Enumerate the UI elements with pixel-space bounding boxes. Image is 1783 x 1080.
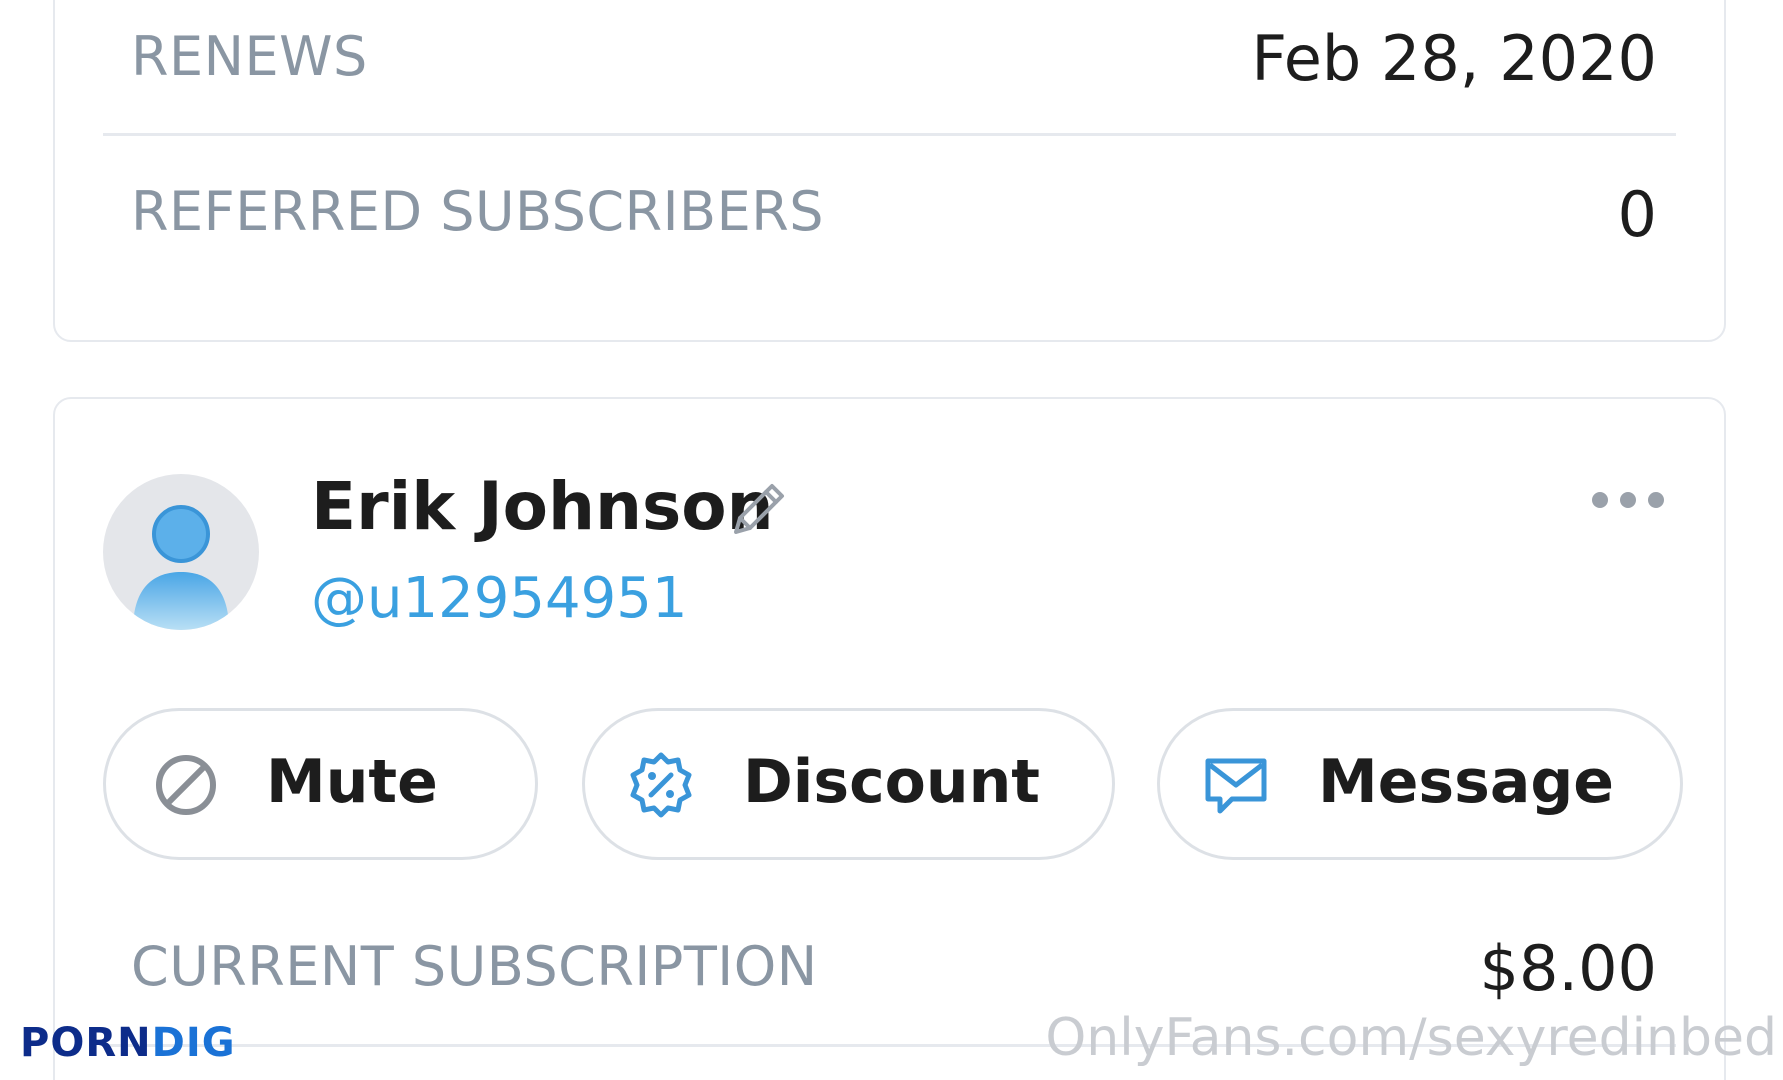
avatar[interactable] [103,474,259,630]
discount-label: Discount [743,747,1040,817]
subscriber-handle[interactable]: @u12954951 [311,566,688,631]
current-subscription-value: $8.00 [1479,932,1658,1005]
discount-badge-icon [630,752,692,818]
block-icon [156,755,216,815]
mute-button[interactable]: Mute [103,708,538,860]
watermark-logo: PORNDIG [20,1020,236,1066]
current-subscription-label: CURRENT SUBSCRIPTION [131,935,818,998]
watermark-logo-part1: PORN [20,1020,152,1066]
subscriber-name: Erik Johnson [311,468,774,545]
renews-value: Feb 28, 2020 [1251,22,1657,95]
divider [103,133,1676,136]
page: RENEWS Feb 28, 2020 REFERRED SUBSCRIBERS… [0,0,1783,1080]
default-user-avatar-icon [133,505,229,630]
watermark-logo-part2: DIG [151,1020,236,1066]
message-button[interactable]: Message [1157,708,1683,860]
referred-subscribers-value: 0 [1617,178,1657,251]
mute-label: Mute [266,747,438,817]
discount-button[interactable]: Discount [582,708,1115,860]
pencil-icon[interactable] [728,476,792,540]
referred-subscribers-label: REFERRED SUBSCRIBERS [131,180,825,243]
envelope-icon [1205,758,1267,814]
message-label: Message [1318,747,1614,817]
more-dots-icon[interactable] [1590,484,1666,516]
renews-label: RENEWS [131,25,368,88]
watermark-url: OnlyFans.com/sexyredinbed [1045,1008,1777,1068]
